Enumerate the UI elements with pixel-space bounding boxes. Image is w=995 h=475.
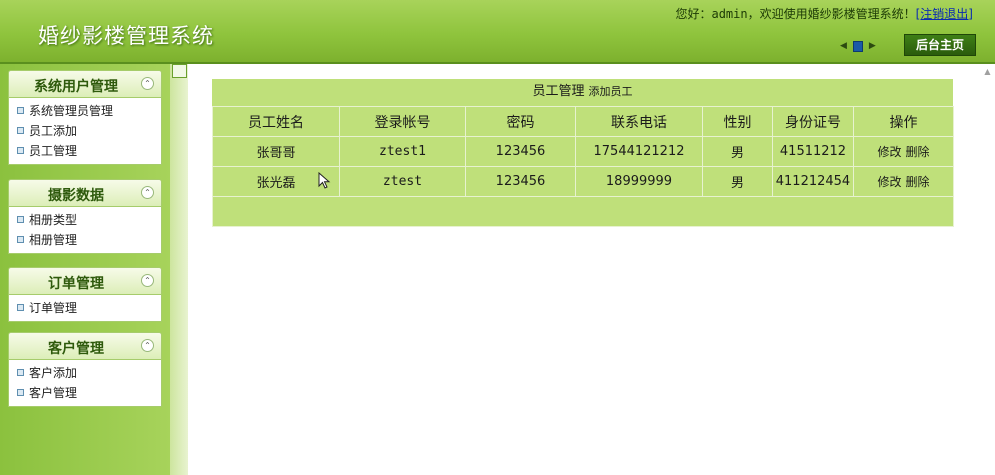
sidebar-item-employee-add[interactable]: 员工添加 xyxy=(9,120,161,140)
menu-group-system-users: 系统用户管理 ⌃ 系统管理员管理 员工添加 员工管理 xyxy=(8,70,162,165)
menu-body: 系统管理员管理 员工添加 员工管理 xyxy=(8,98,162,165)
table-row: 张哥哥 ztest1 123456 17544121212 男 41511212… xyxy=(212,136,954,167)
bullet-icon xyxy=(17,146,24,154)
sidebar-collapse-bar xyxy=(170,64,188,475)
sidebar-item-admin-manage[interactable]: 系统管理员管理 xyxy=(9,100,161,120)
menu-head-label: 客户管理 xyxy=(48,341,104,357)
arrow-right-icon[interactable]: ▶ xyxy=(869,41,876,51)
greeting-prefix: 您好： xyxy=(675,7,712,21)
cell-password: 123456 xyxy=(465,166,576,197)
bullet-icon xyxy=(17,388,24,396)
bullet-icon xyxy=(17,215,24,223)
cell-name: 张哥哥 xyxy=(212,136,340,167)
table-row-empty xyxy=(212,196,954,227)
greeting-text: 您好：admin，欢迎使用婚纱影楼管理系统！[注销退出] xyxy=(675,5,973,22)
col-header-account: 登录帐号 xyxy=(339,106,466,137)
sidebar-item-label: 相册管理 xyxy=(29,232,78,247)
employee-panel: 员工管理 添加员工 员工姓名 登录帐号 密码 联系电话 性别 身份证号 操作 张哥… xyxy=(212,79,954,227)
col-header-password: 密码 xyxy=(465,106,576,137)
collapse-chevron-icon[interactable]: ⌃ xyxy=(141,339,154,352)
collapse-chevron-icon[interactable]: ⌃ xyxy=(141,186,154,199)
menu-group-photo-data: 摄影数据 ⌃ 相册类型 相册管理 xyxy=(8,179,162,254)
logout-link[interactable]: [注销退出] xyxy=(916,7,973,21)
cell-gender: 男 xyxy=(702,136,773,167)
sidebar-item-label: 员工添加 xyxy=(29,123,78,138)
col-header-name: 员工姓名 xyxy=(212,106,340,137)
collapse-chevron-icon[interactable]: ⌃ xyxy=(141,274,154,287)
sidebar-item-label: 订单管理 xyxy=(29,300,78,315)
sidebar-item-order-manage[interactable]: 订单管理 xyxy=(9,297,161,317)
menu-head-customers[interactable]: 客户管理 ⌃ xyxy=(8,332,162,360)
bullet-icon xyxy=(17,235,24,243)
delete-link[interactable]: 删除 xyxy=(906,145,930,159)
sidebar-item-customer-manage[interactable]: 客户管理 xyxy=(9,382,161,402)
menu-body: 相册类型 相册管理 xyxy=(8,207,162,254)
cell-phone: 18999999 xyxy=(575,166,703,197)
sidebar-item-label: 员工管理 xyxy=(29,143,78,158)
panel-title: 员工管理 添加员工 xyxy=(212,79,953,105)
menu-head-label: 订单管理 xyxy=(48,276,104,292)
nav-control: ◀ ▶ xyxy=(840,38,896,54)
username: admin xyxy=(711,7,748,21)
delete-link[interactable]: 删除 xyxy=(906,175,930,189)
menu-head-system-users[interactable]: 系统用户管理 ⌃ xyxy=(8,70,162,98)
cell-account: ztest1 xyxy=(339,136,466,167)
home-button[interactable]: 后台主页 xyxy=(904,34,976,56)
col-header-id-number: 身份证号 xyxy=(772,106,854,137)
col-header-actions: 操作 xyxy=(853,106,954,137)
collapse-chevron-icon[interactable]: ⌃ xyxy=(141,77,154,90)
edit-link[interactable]: 修改 xyxy=(877,175,901,189)
cell-phone: 17544121212 xyxy=(575,136,703,167)
arrow-left-icon[interactable]: ◀ xyxy=(840,41,847,51)
sidebar-item-label: 系统管理员管理 xyxy=(29,103,114,118)
cell-actions: 修改 删除 xyxy=(853,166,954,197)
menu-group-customers: 客户管理 ⌃ 客户添加 客户管理 xyxy=(8,332,162,407)
cell-gender: 男 xyxy=(702,166,773,197)
menu-group-orders: 订单管理 ⌃ 订单管理 xyxy=(8,267,162,322)
sidebar-item-customer-add[interactable]: 客户添加 xyxy=(9,362,161,382)
cell-id-number: 411212454 xyxy=(772,166,854,197)
cell-password: 123456 xyxy=(465,136,576,167)
menu-body: 客户添加 客户管理 xyxy=(8,360,162,407)
sidebar-item-employee-manage[interactable]: 员工管理 xyxy=(9,140,161,160)
add-employee-link[interactable]: 添加员工 xyxy=(589,85,633,98)
sidebar-item-label: 客户添加 xyxy=(29,365,78,380)
cell-actions: 修改 删除 xyxy=(853,136,954,167)
empty-cell xyxy=(212,196,954,227)
panel-title-text: 员工管理 xyxy=(532,84,585,99)
col-header-gender: 性别 xyxy=(702,106,773,137)
sidebar-collapse-button[interactable] xyxy=(172,64,187,78)
app-title: 婚纱影楼管理系统 xyxy=(38,24,214,48)
sidebar-item-album-type[interactable]: 相册类型 xyxy=(9,209,161,229)
menu-head-photo-data[interactable]: 摄影数据 ⌃ xyxy=(8,179,162,207)
sidebar-item-label: 客户管理 xyxy=(29,385,78,400)
menu-head-label: 系统用户管理 xyxy=(34,79,118,95)
cell-account: ztest xyxy=(339,166,466,197)
greeting-suffix: ，欢迎使用婚纱影楼管理系统！ xyxy=(747,7,916,21)
cell-id-number: 41511212 xyxy=(772,136,854,167)
bullet-icon xyxy=(17,106,24,114)
edit-link[interactable]: 修改 xyxy=(877,145,901,159)
menu-body: 订单管理 xyxy=(8,295,162,322)
employee-table: 员工姓名 登录帐号 密码 联系电话 性别 身份证号 操作 张哥哥 ztest1 … xyxy=(212,106,954,227)
panel-toggle-icon[interactable] xyxy=(852,40,863,52)
menu-head-label: 摄影数据 xyxy=(48,188,104,204)
col-header-phone: 联系电话 xyxy=(575,106,703,137)
bullet-icon xyxy=(17,368,24,376)
header-bar: 婚纱影楼管理系统 您好：admin，欢迎使用婚纱影楼管理系统！[注销退出] ◀ … xyxy=(0,0,995,62)
mouse-pointer-icon xyxy=(318,172,331,189)
scroll-up-icon[interactable]: ▲ xyxy=(982,67,993,77)
sidebar-item-album-manage[interactable]: 相册管理 xyxy=(9,229,161,249)
table-header-row: 员工姓名 登录帐号 密码 联系电话 性别 身份证号 操作 xyxy=(212,106,954,137)
bullet-icon xyxy=(17,126,24,134)
menu-head-orders[interactable]: 订单管理 ⌃ xyxy=(8,267,162,295)
bullet-icon xyxy=(17,303,24,311)
sidebar-item-label: 相册类型 xyxy=(29,212,78,227)
